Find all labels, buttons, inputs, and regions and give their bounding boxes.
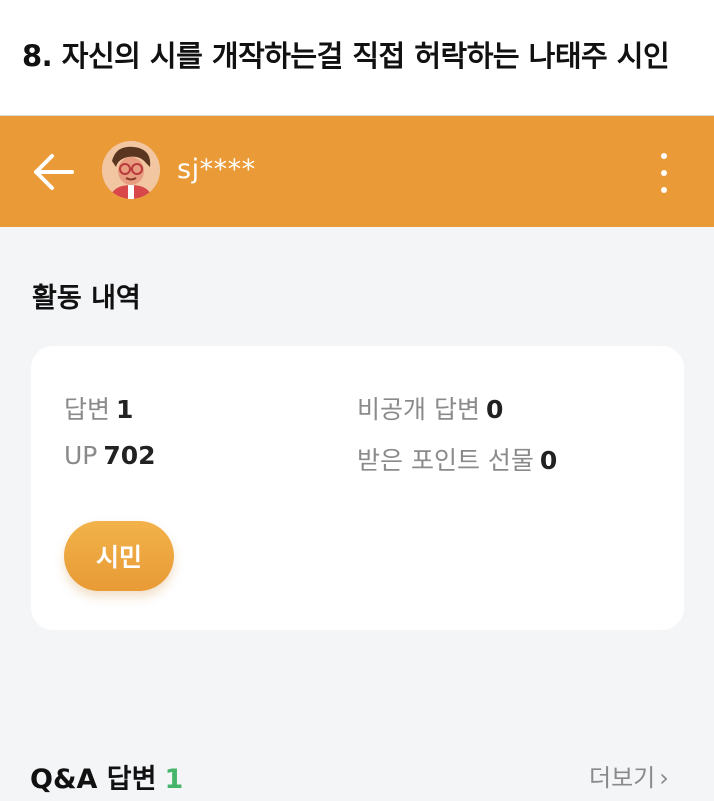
points-gift-value: 0 [539, 446, 558, 475]
private-answers-value: 0 [485, 395, 504, 424]
activity-section-title: 활동 내역 [32, 283, 141, 314]
up-value: 702 [103, 441, 156, 470]
grade-badge-button[interactable]: 시민 [64, 521, 174, 591]
caption-bar: 8. 자신의 시를 개작하는걸 직접 허락하는 나태주 시인 [0, 0, 714, 116]
back-button[interactable] [30, 151, 78, 193]
up-stat: UP 702 [64, 441, 156, 470]
up-label: UP [64, 441, 98, 470]
more-options-button[interactable] [650, 149, 678, 197]
qa-title-label: Q&A 답변 [30, 764, 157, 795]
points-gift-label: 받은 포인트 선물 [357, 446, 534, 475]
qa-section-title: Q&A 답변 1 [30, 757, 183, 796]
private-answers-label: 비공개 답변 [357, 395, 480, 424]
post-caption: 8. 자신의 시를 개작하는걸 직접 허락하는 나태주 시인 [22, 39, 670, 73]
activity-card: 답변 1 비공개 답변 0 UP 702 받은 포인트 선물 0 시민 [31, 346, 684, 630]
private-answers-stat: 비공개 답변 0 [357, 390, 503, 426]
see-more-label: 더보기 [589, 764, 656, 792]
avatar[interactable] [102, 141, 160, 199]
qa-count: 1 [164, 764, 184, 795]
username: sj**** [177, 154, 256, 185]
arrow-left-icon [34, 154, 74, 190]
points-gift-stat: 받은 포인트 선물 0 [357, 441, 557, 477]
answers-value: 1 [116, 395, 134, 424]
profile-header: sj**** [0, 116, 714, 227]
profile-avatar-icon [102, 141, 160, 199]
answers-label: 답변 [64, 395, 111, 424]
answers-stat: 답변 1 [64, 390, 133, 426]
chevron-right-icon: › [659, 764, 669, 792]
see-more-link[interactable]: 더보기 › [589, 758, 669, 793]
